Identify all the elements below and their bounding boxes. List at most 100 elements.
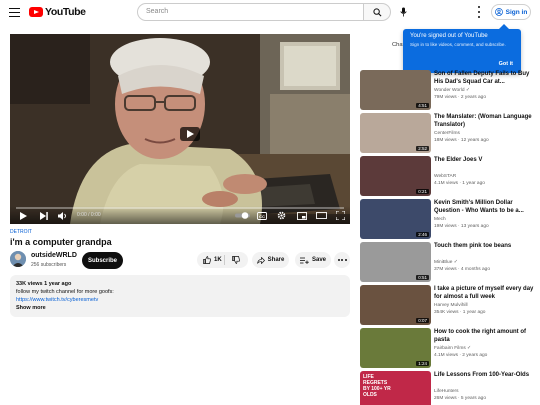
hamburger-menu-icon[interactable] [9, 8, 20, 17]
recommended-video[interactable]: 0:51 Touch them pink toe beans MiniBlue ✓ 3… [360, 242, 535, 282]
recommended-video-title[interactable]: I take a picture of myself every day for… [434, 285, 534, 301]
video-thumbnail[interactable]: 4:51 [360, 70, 431, 110]
recommended-channel[interactable]: LifeHunters [434, 389, 459, 394]
video-duration: 2:46 [416, 232, 429, 237]
center-play-button[interactable] [180, 127, 200, 141]
location-tag[interactable]: DETROIT [10, 229, 32, 235]
subtitles-button[interactable]: CC [256, 210, 268, 221]
search-icon [372, 7, 381, 16]
time-display: 0:00 / 0:00 [77, 212, 101, 218]
share-icon [256, 256, 265, 264]
channel-avatar[interactable] [10, 251, 26, 267]
recommended-channel[interactable]: Fairbairn Films ✓ [434, 346, 471, 351]
save-label: Save [311, 257, 326, 263]
search-input[interactable]: Search [137, 3, 364, 21]
play-button[interactable] [18, 210, 29, 221]
fullscreen-icon [336, 211, 345, 220]
progress-bar[interactable] [16, 207, 344, 209]
description-link[interactable]: https://www.twitch.tv/cyberesmetv [16, 296, 344, 304]
recommended-channel[interactable]: MiniBlue ✓ [434, 260, 458, 265]
svg-text:CC: CC [259, 213, 265, 218]
autoplay-toggle[interactable] [234, 210, 250, 221]
recommended-video-title[interactable]: Touch them pink toe beans [434, 242, 534, 250]
recommended-channel-name[interactable]: Harvey Mulvihill [434, 303, 468, 308]
search-button[interactable] [364, 3, 391, 21]
video-thumbnail[interactable]: 0:21 [360, 156, 431, 196]
youtube-logo[interactable]: YouTube [29, 6, 86, 18]
recommended-video[interactable]: 4:51 Son of Fallen Deputy Fails to Buy Hi… [360, 70, 535, 110]
video-thumbnail[interactable]: 2:46 [360, 199, 431, 239]
recommended-channel-name[interactable]: Wonder World [434, 88, 464, 93]
like-count[interactable]: 1K [214, 257, 222, 263]
video-duration: 0:21 [416, 189, 429, 194]
recommended-meta: 79M views · 2 years ago [434, 95, 486, 100]
recommended-channel[interactable]: WebSTAR [434, 174, 456, 179]
save-button[interactable]: Save [295, 252, 331, 268]
video-thumbnail[interactable]: 0:51 [360, 242, 431, 282]
sign-in-button[interactable]: Sign in [491, 4, 531, 20]
view-count-date: 33K views 1 year ago [16, 281, 72, 287]
fullscreen-button[interactable] [335, 210, 346, 221]
verified-icon: ✓ [465, 346, 472, 351]
recommended-video[interactable]: 0:07 I take a picture of myself every day… [360, 285, 535, 325]
microphone-icon [399, 7, 407, 17]
thumbs-down-icon[interactable] [232, 256, 240, 264]
account-icon [494, 8, 503, 16]
recommended-video[interactable]: 2:52 The Manslater: (Woman Language Trans… [360, 113, 535, 153]
recommended-meta: 4.1M views · 2 years ago [434, 353, 488, 358]
playlist-add-icon [299, 257, 309, 264]
recommended-meta: 19M views · 13 years ago [434, 224, 489, 229]
description-box[interactable]: 33K views 1 year ago follow my twitch ch… [10, 275, 350, 317]
more-actions-button[interactable] [334, 252, 350, 268]
next-button[interactable] [38, 210, 49, 221]
recommended-video-title[interactable]: The Manslater: (Woman Language Translato… [434, 113, 534, 129]
thumbnail-text: LIFE REGRETS BY 100+ YR OLDS [363, 374, 391, 398]
recommended-meta: 37M views · 4 months ago [434, 267, 490, 272]
show-more-button[interactable]: Show more [16, 304, 344, 312]
video-thumbnail[interactable]: LIFE REGRETS BY 100+ YR OLDS [360, 371, 431, 405]
recommended-video[interactable]: 0:21 The Elder Joes V WebSTAR 4.1M views · … [360, 156, 535, 196]
thumbs-up-icon [203, 256, 211, 264]
recommended-channel-name[interactable]: Mech [434, 217, 446, 222]
avatar-image [10, 251, 26, 267]
recommended-video-title[interactable]: How to cook the right amount of pasta [434, 328, 534, 344]
video-thumbnail[interactable]: 1:24 [360, 328, 431, 368]
video-player[interactable]: 0:00 / 0:00 CC [10, 34, 350, 224]
recommended-meta: 26M views · 5 years ago [434, 396, 486, 401]
recommended-video[interactable]: LIFE REGRETS BY 100+ YR OLDS Life Lessons… [360, 371, 535, 405]
video-thumbnail[interactable]: 0:07 [360, 285, 431, 325]
recommended-channel[interactable]: Wonder World ✓ [434, 88, 470, 93]
video-duration: 2:52 [416, 146, 429, 151]
recommended-video[interactable]: 1:24 How to cook the right amount of past… [360, 328, 535, 368]
recommended-channel-name[interactable]: WebSTAR [434, 174, 456, 179]
recommended-channel-name[interactable]: MiniBlue [434, 260, 452, 265]
recommended-video-title[interactable]: Life Lessons From 100-Year-Olds [434, 371, 534, 379]
miniplayer-button[interactable] [296, 210, 307, 221]
theater-mode-button[interactable] [316, 210, 327, 221]
recommended-channel-name[interactable]: LifeHunters [434, 389, 459, 394]
channel-name[interactable]: outsideWRLD [31, 252, 77, 259]
recommended-video-title[interactable]: Son of Fallen Deputy Fails to Buy His Da… [434, 70, 534, 86]
recommended-channel[interactable]: Mech [434, 217, 446, 222]
share-button[interactable]: Share [252, 252, 289, 268]
got-it-button[interactable]: Got it [499, 61, 513, 67]
like-divider [224, 255, 225, 265]
recommended-channel-name[interactable]: CenterFilms [434, 131, 460, 136]
video-duration: 0:51 [416, 275, 429, 280]
recommended-video[interactable]: 2:46 Kevin Smith's Million Dollar Questio… [360, 199, 535, 239]
recommended-meta: 18M views · 12 years ago [434, 138, 489, 143]
recommended-video-title[interactable]: The Elder Joes V [434, 156, 534, 164]
recommended-channel-name[interactable]: Fairbairn Films [434, 346, 466, 351]
recommended-video-title[interactable]: Kevin Smith's Million Dollar Question - … [434, 199, 534, 215]
voice-search-button[interactable] [396, 5, 410, 19]
settings-button[interactable] [276, 210, 287, 221]
mute-button[interactable] [56, 210, 69, 221]
video-thumbnail[interactable]: 2:52 [360, 113, 431, 153]
subscribe-button[interactable]: Subscribe [82, 252, 123, 269]
recommended-channel[interactable]: CenterFilms [434, 131, 460, 136]
like-dislike-group: 1K [197, 252, 248, 268]
settings-more-icon[interactable] [476, 6, 481, 18]
verified-icon: ✓ [464, 88, 470, 93]
popup-title: You're signed out of YouTube [410, 33, 488, 39]
recommended-channel[interactable]: Harvey Mulvihill [434, 303, 468, 308]
